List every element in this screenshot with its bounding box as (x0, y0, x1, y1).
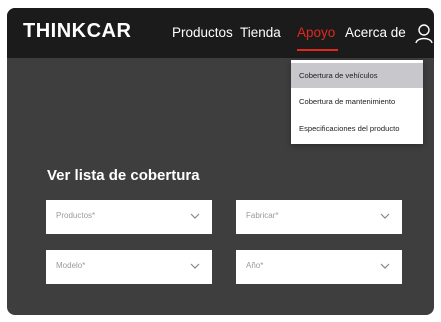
productos-placeholder: Productos* (56, 211, 96, 220)
user-icon[interactable] (415, 24, 433, 44)
chevron-down-icon (190, 213, 200, 219)
chevron-down-icon (190, 263, 200, 269)
support-dropdown-menu: Cobertura de vehículos Cobertura de mant… (291, 60, 423, 144)
page-frame: THINKCAR Productos Tienda Apoyo Acerca d… (7, 8, 434, 315)
coverage-title: Ver lista de cobertura (47, 167, 200, 184)
nav-active-underline (297, 49, 338, 51)
nav-acerca-de[interactable]: Acerca de (345, 25, 406, 40)
navbar: THINKCAR Productos Tienda Apoyo Acerca d… (7, 8, 434, 58)
fabricar-select[interactable]: Fabricar* (236, 200, 402, 234)
nav-tienda[interactable]: Tienda (240, 25, 281, 40)
logo[interactable]: THINKCAR (23, 20, 131, 43)
anio-select[interactable]: Año* (236, 250, 402, 284)
productos-select[interactable]: Productos* (46, 200, 212, 234)
dropdown-item-vehicle-coverage[interactable]: Cobertura de vehículos (291, 63, 423, 88)
anio-placeholder: Año* (246, 261, 264, 270)
modelo-placeholder: Modelo* (56, 261, 86, 270)
chevron-down-icon (380, 263, 390, 269)
modelo-select[interactable]: Modelo* (46, 250, 212, 284)
chevron-down-icon (380, 213, 390, 219)
nav-productos[interactable]: Productos (172, 25, 233, 40)
fabricar-placeholder: Fabricar* (246, 211, 279, 220)
nav-apoyo[interactable]: Apoyo (297, 25, 335, 40)
dropdown-item-product-specs[interactable]: Especificaciones del producto (291, 116, 423, 141)
dropdown-item-maintenance-coverage[interactable]: Cobertura de mantenimiento (291, 89, 423, 114)
